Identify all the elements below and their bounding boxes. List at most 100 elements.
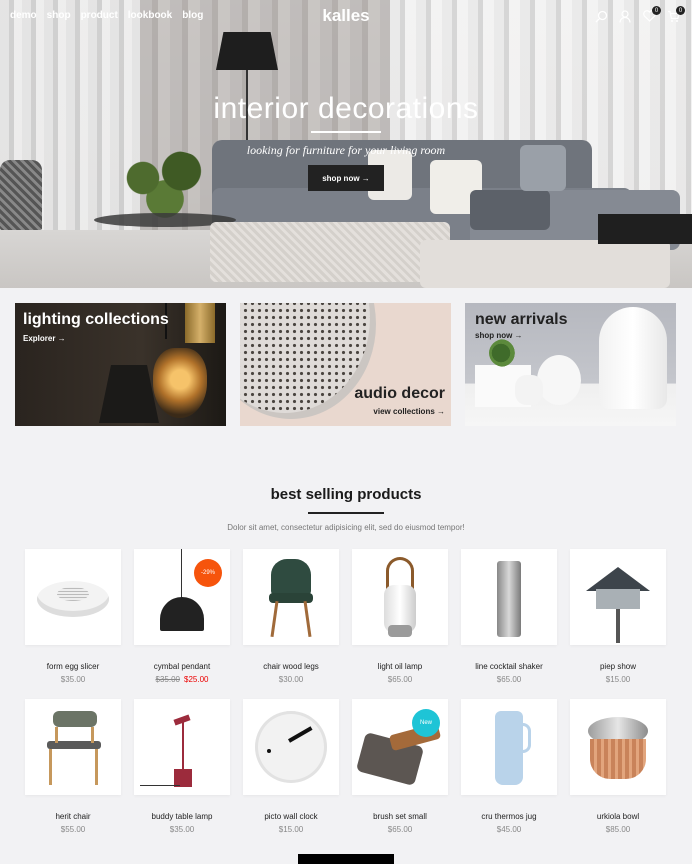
birdhouse-body <box>596 589 640 609</box>
birdhouse-post <box>616 609 620 643</box>
price-value: $45.00 <box>496 825 522 834</box>
pendant-cord <box>181 549 182 599</box>
product-image[interactable] <box>461 699 557 795</box>
slicer-wires <box>57 587 89 601</box>
product-card[interactable]: herit chair $55.00 <box>25 699 121 834</box>
shop-now-button[interactable]: shop now → <box>308 165 384 191</box>
product-card[interactable]: urkiola bowl $85.00 <box>570 699 666 834</box>
product-price: $35.00 <box>25 675 121 684</box>
user-icon[interactable] <box>618 9 632 23</box>
product-card[interactable]: chair wood legs $30.00 <box>243 549 339 684</box>
product-name[interactable]: line cocktail shaker <box>461 662 557 671</box>
price-value: $65.00 <box>387 825 413 834</box>
succulent <box>489 339 519 367</box>
chair-back <box>271 559 311 595</box>
product-card[interactable]: line cocktail shaker $65.00 <box>461 549 557 684</box>
price-value: $35.00 <box>169 825 195 834</box>
product-name[interactable]: light oil lamp <box>352 662 448 671</box>
product-card[interactable]: New brush set small $65.00 <box>352 699 448 834</box>
floor-lamp-shade <box>216 32 278 70</box>
hero-subtitle: looking for furniture for your living ro… <box>246 143 446 157</box>
cart-count-badge: 0 <box>676 6 685 15</box>
vase-round <box>537 355 581 405</box>
brass-socket <box>185 303 215 343</box>
price-value: $55.00 <box>60 825 86 834</box>
chair-leg <box>95 749 98 785</box>
old-price: $35.00 <box>155 675 180 684</box>
nav-item-lookbook[interactable]: lookbook <box>128 10 172 21</box>
product-card[interactable]: buddy table lamp $35.00 <box>134 699 230 834</box>
product-image[interactable] <box>243 699 339 795</box>
banner-lighting[interactable]: lighting collections Explorer → <box>15 303 226 426</box>
product-card[interactable]: piep show $15.00 <box>570 549 666 684</box>
product-name[interactable]: form egg slicer <box>25 662 121 671</box>
speaker-grille <box>240 303 370 413</box>
product-price: $15.00 <box>570 675 666 684</box>
load-more-button[interactable] <box>298 854 394 864</box>
product-image[interactable] <box>461 549 557 645</box>
product-card[interactable]: picto wall clock $15.00 <box>243 699 339 834</box>
side-table <box>598 214 692 244</box>
chair-leg <box>270 600 279 638</box>
search-icon[interactable] <box>594 9 608 23</box>
nav-item-demo[interactable]: demo <box>10 10 37 21</box>
nav-item-shop[interactable]: shop <box>47 10 71 21</box>
lamp-stem <box>182 721 184 773</box>
product-name[interactable]: cymbal pendant <box>134 662 230 671</box>
sale-price: $25.00 <box>184 675 209 684</box>
product-name[interactable]: piep show <box>570 662 666 671</box>
product-name[interactable]: cru thermos jug <box>461 812 557 821</box>
product-name[interactable]: urkiola bowl <box>570 812 666 821</box>
product-price: $30.00 <box>243 675 339 684</box>
clock-dot <box>267 749 271 753</box>
product-image[interactable] <box>352 549 448 645</box>
vase-large <box>599 307 667 409</box>
product-image[interactable] <box>243 549 339 645</box>
cart-icon[interactable]: 0 <box>666 6 685 23</box>
clock-face <box>255 711 327 783</box>
shaker <box>497 561 521 637</box>
product-name[interactable]: buddy table lamp <box>134 812 230 821</box>
ottoman <box>420 240 670 288</box>
product-price: $15.00 <box>243 825 339 834</box>
nav-item-blog[interactable]: blog <box>182 10 203 21</box>
price-value: $65.00 <box>387 675 413 684</box>
product-name[interactable]: brush set small <box>352 812 448 821</box>
product-name[interactable]: herit chair <box>25 812 121 821</box>
banner-audio[interactable]: audio decor view collections → <box>240 303 451 426</box>
jug-handle <box>519 723 531 753</box>
price-value: $35.00 <box>60 675 86 684</box>
banner-link[interactable]: shop now → <box>475 331 523 340</box>
product-image[interactable] <box>570 699 666 795</box>
banner-link[interactable]: Explorer → <box>23 334 66 343</box>
ottoman <box>210 222 450 282</box>
banner-new-arrivals[interactable]: new arrivals shop now → <box>465 303 676 426</box>
banner-title: lighting collections <box>23 311 169 328</box>
chair-leg <box>303 600 312 638</box>
product-image[interactable] <box>134 699 230 795</box>
product-card[interactable]: cru thermos jug $45.00 <box>461 699 557 834</box>
birdhouse-roof <box>586 567 650 591</box>
main-nav: demo shop product lookbook blog <box>10 10 203 21</box>
product-image[interactable] <box>25 699 121 795</box>
banner-link[interactable]: view collections → <box>373 407 445 416</box>
product-card[interactable]: form egg slicer $35.00 <box>25 549 121 684</box>
product-name[interactable]: chair wood legs <box>243 662 339 671</box>
product-image[interactable]: New <box>352 699 448 795</box>
product-price: $35.00 <box>134 825 230 834</box>
hero-title: interior decorations <box>213 92 479 125</box>
product-card[interactable]: light oil lamp $65.00 <box>352 549 448 684</box>
nav-item-product[interactable]: product <box>81 10 118 21</box>
product-image[interactable] <box>25 549 121 645</box>
chair-frame <box>91 727 94 743</box>
plant <box>110 150 220 220</box>
vase-small <box>515 375 543 405</box>
heart-icon[interactable]: 0 <box>642 6 661 23</box>
banner-title: audio decor <box>354 385 445 402</box>
product-card[interactable]: -29% cymbal pendant $35.00 $25.00 <box>134 549 230 684</box>
product-name[interactable]: picto wall clock <box>243 812 339 821</box>
pendant-shade <box>160 597 204 631</box>
product-image[interactable]: -29% <box>134 549 230 645</box>
product-image[interactable] <box>570 549 666 645</box>
product-price: $35.00 $25.00 <box>134 675 230 684</box>
